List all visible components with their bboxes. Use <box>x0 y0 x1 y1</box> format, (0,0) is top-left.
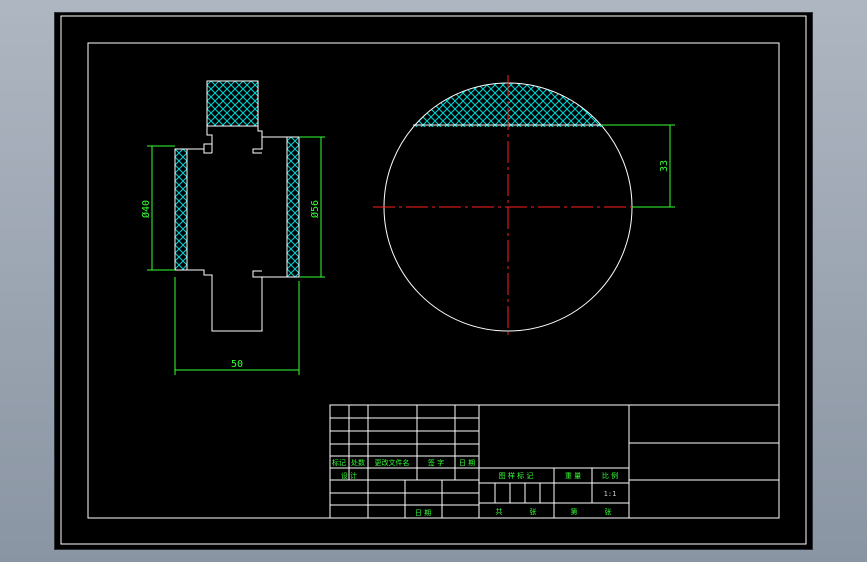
flat-hatch <box>384 83 632 127</box>
end-view: 33 <box>373 75 675 339</box>
rev-label-count: 处数 <box>351 458 365 467</box>
rev-label-mark: 标记 <box>332 458 346 467</box>
section-view: Ø40 Ø56 50 <box>140 80 325 375</box>
left-wall-hatch <box>174 148 188 271</box>
stage-label-scale: 比 例 <box>602 471 618 480</box>
top-flange-hatch <box>206 80 259 127</box>
right-wall-hatch <box>286 136 300 278</box>
title-block-text: 标记 处数 更改文件名 签 字 日 期 设 计 日 期 图 样 标 记 重 量 … <box>332 458 618 517</box>
design-label: 设 计 <box>341 471 357 480</box>
stage-label-mark: 图 样 标 记 <box>499 471 534 480</box>
cad-drawing-canvas: Ø40 Ø56 50 33 标记 处数 更改文件名 签 字 日 期 设 计 日 … <box>55 13 812 549</box>
scale-value: 1:1 <box>604 490 617 498</box>
part-outline <box>187 126 287 332</box>
dim-dia-outer-label: Ø56 <box>309 200 321 218</box>
dim-flat-depth-label: 33 <box>659 160 670 172</box>
date-label: 日 期 <box>415 509 431 517</box>
sheet-total-unit: 张 <box>530 507 537 516</box>
stage-label-weight: 重 量 <box>565 472 581 480</box>
sheet-num-label: 第 <box>571 507 578 516</box>
drawing-svg: Ø40 Ø56 50 33 标记 处数 更改文件名 签 字 日 期 设 计 日 … <box>60 15 807 545</box>
rev-label-sign: 签 字 <box>428 458 444 467</box>
rev-label-doc: 更改文件名 <box>375 458 410 467</box>
sheet-total-label: 共 <box>496 507 503 516</box>
dim-dia-inner-label: Ø40 <box>140 200 152 218</box>
sheet-num-unit: 张 <box>605 507 612 516</box>
dim-length-label: 50 <box>231 359 243 370</box>
rev-label-date: 日 期 <box>459 459 475 467</box>
